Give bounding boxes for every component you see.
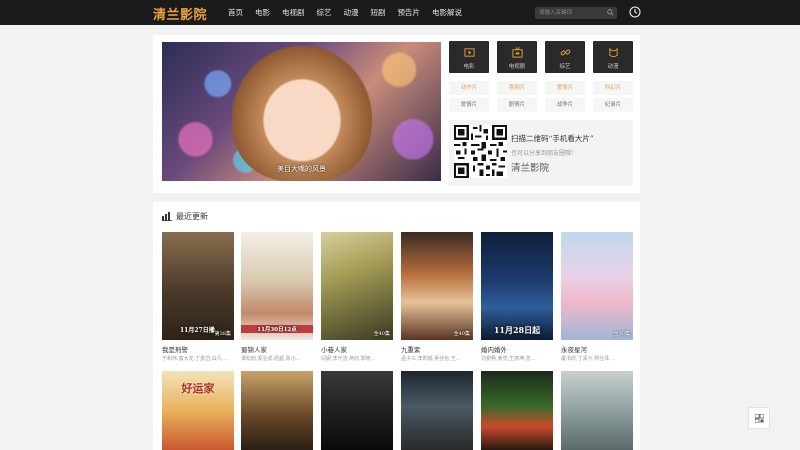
- featured-banner[interactable]: 美目大嘴的风景: [162, 42, 441, 181]
- movie-title[interactable]: 蜀锦人家: [241, 344, 267, 354]
- cat-icon: [608, 47, 618, 58]
- section-title: 最近更新: [176, 212, 208, 221]
- movie-cast: 刘奕畅,黄觉,王丽坤,曾...: [481, 356, 536, 362]
- category-label: 电视剧: [508, 64, 526, 70]
- movie-cast: 闫妮,李光洁,蒋欣,郭晓...: [321, 356, 376, 362]
- movie-title[interactable]: 九重紫: [401, 344, 421, 354]
- subcategory-comedy[interactable]: 喜剧片: [497, 81, 537, 95]
- category-movies-button[interactable]: 电影: [449, 41, 489, 73]
- grid-icon: [755, 414, 764, 423]
- episode-badge: 全30集: [613, 331, 630, 337]
- subcategory-romance-2[interactable]: 爱情片: [449, 98, 489, 112]
- nav-anime[interactable]: 动漫: [338, 0, 365, 25]
- nav-movies[interactable]: 电影: [249, 0, 276, 25]
- category-label: 电影: [463, 64, 475, 70]
- history-clock-icon[interactable]: [629, 6, 641, 18]
- nav-variety[interactable]: 综艺: [311, 0, 338, 25]
- search-icon[interactable]: [607, 9, 614, 16]
- subcategory-scifi[interactable]: 科幻片: [593, 81, 633, 95]
- movie-poster[interactable]: [401, 371, 473, 450]
- episode-badge: 全40集: [373, 331, 390, 337]
- subcategory-war[interactable]: 战争片: [545, 98, 585, 112]
- subcategory-action[interactable]: 动作片: [449, 81, 489, 95]
- movie-poster[interactable]: 全40集: [401, 232, 473, 340]
- nav-short-drama[interactable]: 短剧: [365, 0, 392, 25]
- bar-chart-icon: [162, 212, 172, 221]
- tv-icon: [511, 47, 523, 58]
- category-label: 动漫: [607, 64, 619, 70]
- movie-title[interactable]: 我是刑警: [162, 344, 188, 354]
- movie-poster[interactable]: 全30集: [561, 232, 633, 340]
- site-logo[interactable]: 清兰影院: [153, 4, 207, 23]
- movie-poster[interactable]: [321, 371, 393, 450]
- movie-title[interactable]: 小巷人家: [321, 344, 347, 354]
- nav-tv-series[interactable]: 电视剧: [276, 0, 311, 25]
- qr-brand: 清兰影院: [511, 163, 550, 174]
- nav-home[interactable]: 首页: [222, 0, 249, 25]
- movie-cast: 孟子义,李昀锐,吴佳怡,王...: [401, 356, 461, 362]
- main-nav: 首页 电影 电视剧 综艺 动漫 短剧 预告片 电影解说: [222, 0, 468, 25]
- category-variety-button[interactable]: 综艺: [545, 41, 585, 73]
- banner-portrait: [232, 46, 372, 181]
- movie-poster[interactable]: [561, 371, 633, 450]
- link-icon: [560, 49, 570, 56]
- movie-title[interactable]: 永夜星河: [561, 344, 587, 354]
- nav-trailers[interactable]: 预告片: [392, 0, 427, 25]
- movie-poster[interactable]: [481, 371, 553, 450]
- search-box: [535, 7, 617, 19]
- episode-badge: 第38集: [214, 331, 231, 337]
- movie-cast: 虞书欣,丁禹兮,杨仕泽,...: [561, 356, 616, 362]
- qr-subtitle: 也可以分享到朋友圈哦!: [511, 150, 574, 157]
- qr-title: 扫描二维码“手机看大片”: [511, 134, 594, 143]
- subcategory-documentary[interactable]: 纪录片: [593, 98, 633, 112]
- movie-poster[interactable]: 好运家: [162, 371, 234, 450]
- nav-movie-commentary[interactable]: 电影解说: [426, 0, 468, 25]
- qr-code: [454, 125, 507, 178]
- poster-overlay: 11月30日12点: [241, 324, 313, 333]
- category-anime-button[interactable]: 动漫: [593, 41, 633, 73]
- poster-overlay: 好运家: [181, 382, 215, 396]
- banner-caption: 美目大嘴的风景: [277, 165, 326, 173]
- episode-badge: 全40集: [453, 331, 470, 337]
- movie-cast: 谭松韵,郑业成,经超,陈小...: [241, 356, 301, 362]
- movie-title[interactable]: 婚内婚外: [481, 344, 507, 354]
- play-screen-icon: [463, 48, 475, 57]
- movie-poster[interactable]: 11月28日起: [481, 232, 553, 340]
- subcategory-drama[interactable]: 剧情片: [497, 98, 537, 112]
- movie-poster[interactable]: [241, 371, 313, 450]
- movie-cast: 于和伟,富大龙,丁勇岱,白凡,...: [162, 356, 229, 362]
- category-tv-button[interactable]: 电视剧: [497, 41, 537, 73]
- search-input[interactable]: [535, 7, 605, 19]
- floating-qr-button[interactable]: [748, 407, 770, 429]
- subcategory-romance[interactable]: 爱情片: [545, 81, 585, 95]
- poster-overlay: 11月28日起: [493, 324, 541, 335]
- category-label: 综艺: [559, 64, 571, 70]
- movie-poster[interactable]: 11月27日播 第38集: [162, 232, 234, 340]
- movie-poster[interactable]: 全40集: [321, 232, 393, 340]
- movie-poster[interactable]: 11月30日12点: [241, 232, 313, 340]
